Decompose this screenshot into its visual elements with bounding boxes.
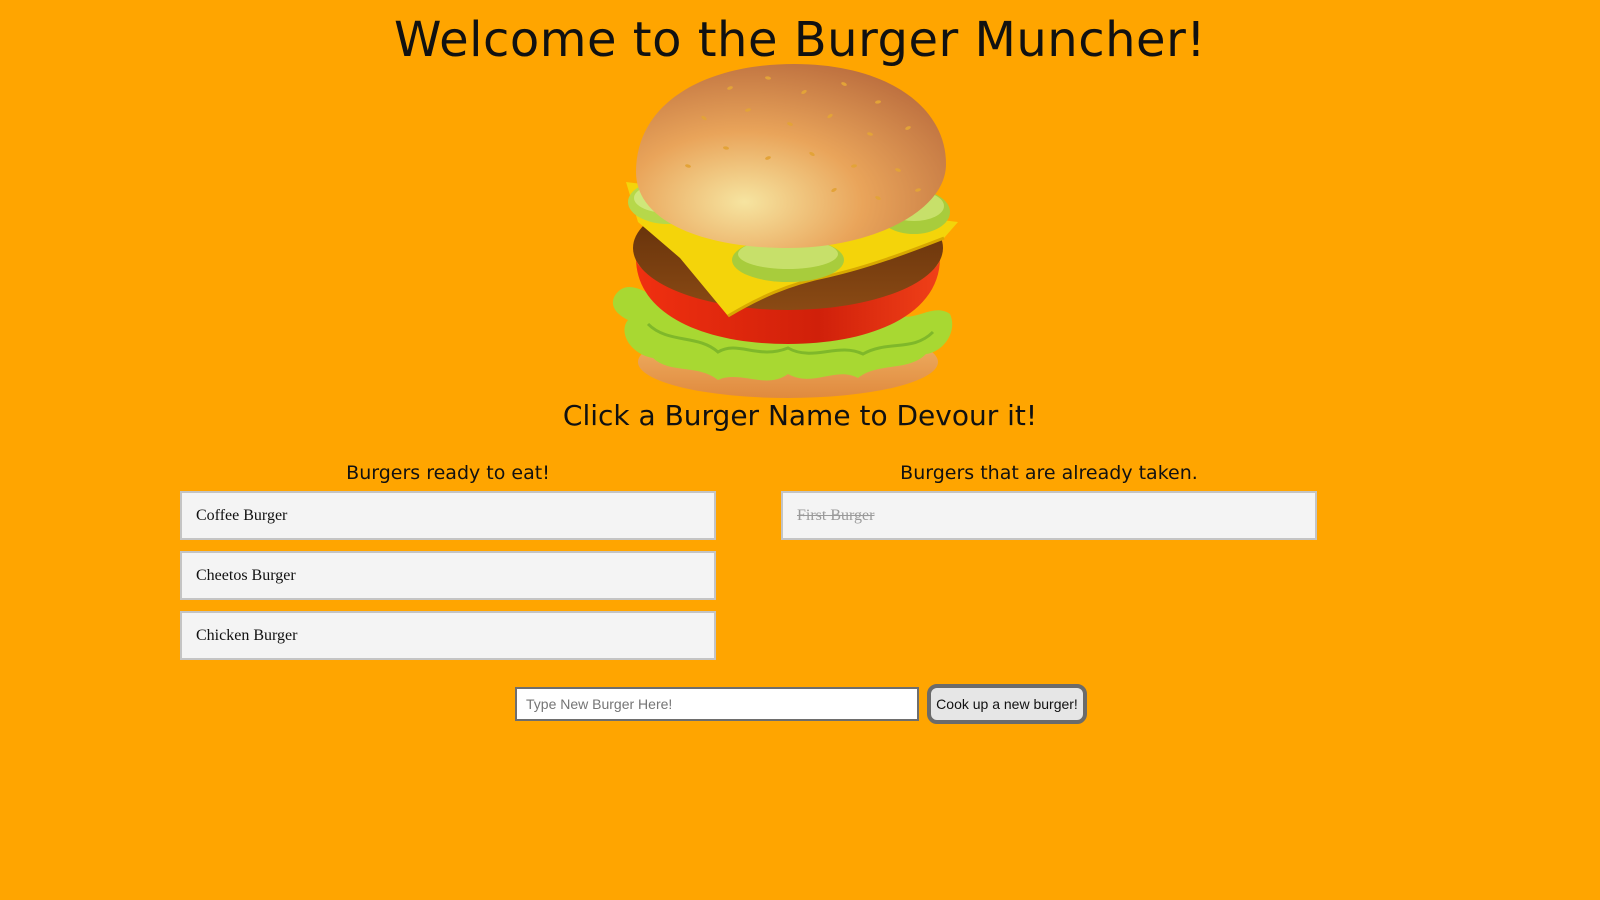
ready-burgers-column: Burgers ready to eat! Coffee Burger Chee… [180,455,716,671]
ready-burger-item[interactable]: Coffee Burger [180,491,716,540]
devoured-burgers-list: First Burger [781,491,1317,540]
cook-burger-button[interactable]: Cook up a new burger! [927,684,1087,724]
ready-burgers-heading: Burgers ready to eat! [346,462,550,484]
burger-illustration [612,64,958,398]
new-burger-input[interactable] [515,687,919,721]
ready-burger-item[interactable]: Chicken Burger [180,611,716,660]
devoured-burger-item: First Burger [781,491,1317,540]
instructions-heading: Click a Burger Name to Devour it! [562,399,1038,432]
ready-burgers-list: Coffee Burger Cheetos Burger Chicken Bur… [180,491,716,660]
devoured-burgers-column: Burgers that are already taken. First Bu… [781,455,1317,551]
new-burger-form: Cook up a new burger! [515,684,1087,724]
ready-burger-item[interactable]: Cheetos Burger [180,551,716,600]
devoured-burgers-heading: Burgers that are already taken. [900,462,1198,484]
